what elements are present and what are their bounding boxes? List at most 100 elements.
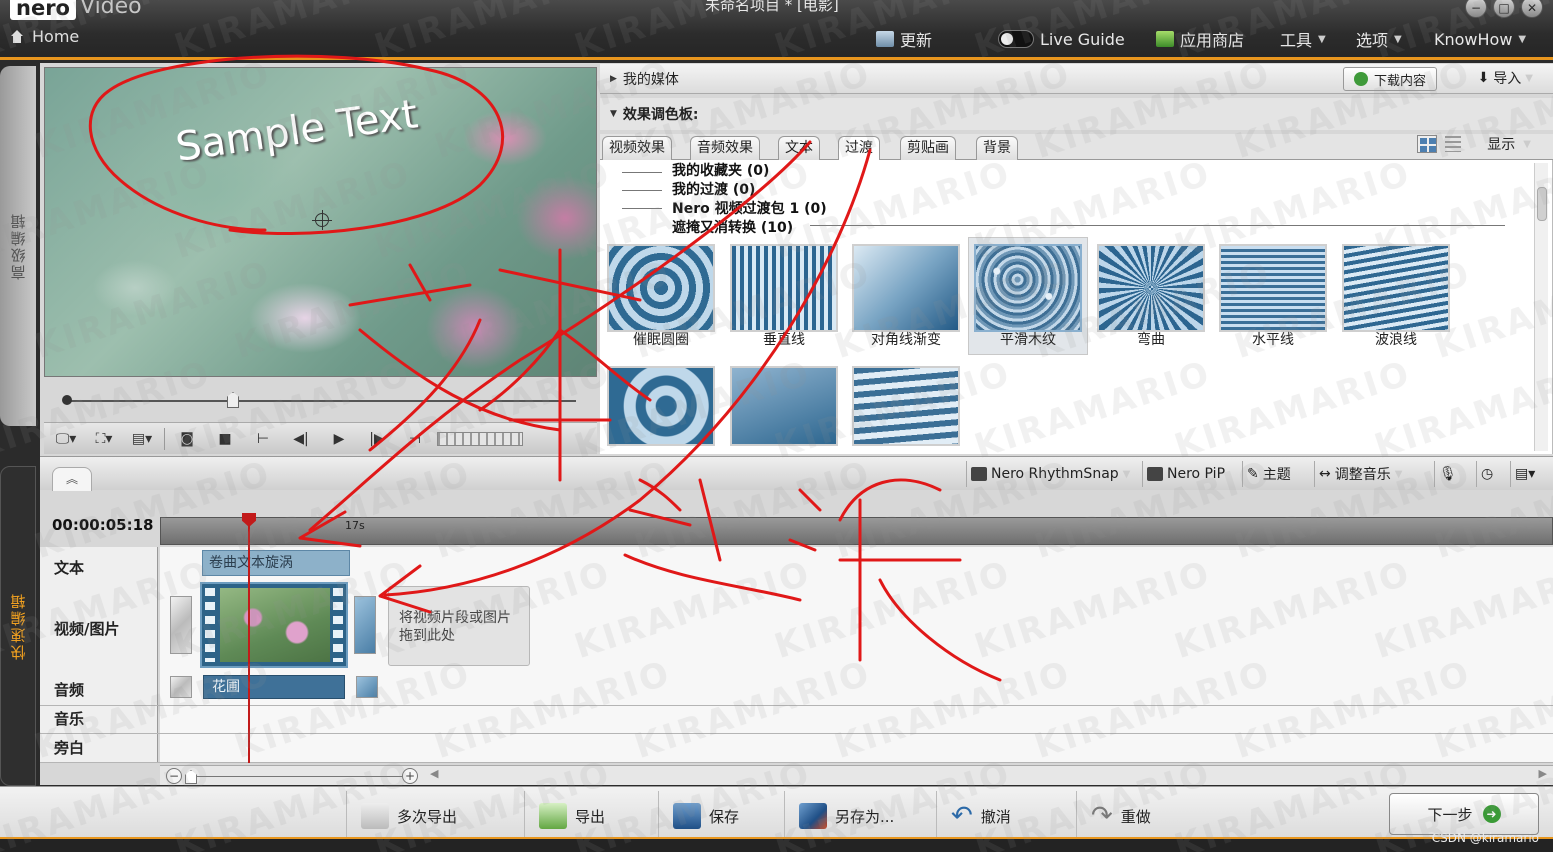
undo-button[interactable]: ↶ 撤消 (936, 791, 1025, 841)
app-store-button[interactable]: 应用商店 (1156, 28, 1244, 50)
previous-frame-button[interactable]: ◀| (285, 427, 317, 451)
transition-slot[interactable] (170, 596, 192, 654)
track-options-button[interactable]: ▤▾ (1510, 461, 1539, 487)
film-perforation (205, 588, 215, 662)
export-button[interactable]: 导出 (524, 791, 619, 841)
zoom-handle[interactable] (185, 770, 197, 784)
transition-slot[interactable] (354, 596, 376, 654)
zoom-out-button[interactable]: − (166, 768, 182, 784)
window-title: 未命名项目 * [电影] (705, 0, 839, 14)
thumb-smooth-wood-grain[interactable] (974, 244, 1082, 332)
thumb-wave-2[interactable] (852, 366, 960, 446)
my-media-bar[interactable]: ▶ 我的媒体 下载内容 ⬇ 导入 ▼ (600, 64, 1553, 94)
tab-express-edit[interactable]: 快速编辑 (0, 466, 36, 786)
save-as-button[interactable]: 另存为... (784, 791, 908, 841)
undo-label: 撤消 (980, 807, 1011, 826)
pip-icon (1147, 467, 1163, 481)
toggle-switch-icon[interactable] (998, 30, 1034, 48)
minimize-button[interactable]: − (1465, 0, 1487, 18)
pip-button[interactable]: Nero PiP (1142, 461, 1229, 487)
next-frame-button[interactable]: |▶ (361, 427, 393, 451)
aspect-button[interactable]: ▤▾ (126, 427, 158, 451)
knowhow-menu[interactable]: KnowHow ▼ (1434, 28, 1526, 50)
thumb-horizontal-lines[interactable] (1219, 244, 1327, 332)
thumb-hypnotic-circles[interactable] (607, 244, 715, 332)
media-drop-zone[interactable]: 将视频片段或图片 拖到此处 (388, 586, 530, 666)
category-mask-fade[interactable]: 遮掩又消转换 (10) (672, 219, 827, 238)
theme-button[interactable]: ✎ 主题 (1242, 461, 1295, 487)
play-button[interactable]: ▶ (323, 427, 355, 451)
my-media-label: 我的媒体 (622, 71, 679, 88)
timer-button[interactable]: ◷ (1476, 461, 1497, 487)
update-button[interactable]: 更新 (876, 28, 932, 50)
tab-audio-effects[interactable]: 音频效果 (690, 136, 760, 160)
thumb-wavy-lines[interactable] (1342, 244, 1450, 332)
multi-export-button[interactable]: 多次导出 (346, 791, 471, 841)
go-to-end-button[interactable]: ⊣ (399, 427, 431, 451)
tab-video-effects[interactable]: 视频效果 (602, 136, 672, 160)
close-button[interactable]: ✕ (1521, 0, 1543, 18)
monitor-mode-button[interactable]: 🖵▾ (50, 427, 82, 451)
thumb-swirl[interactable] (607, 366, 715, 446)
adjust-music-button[interactable]: ↔ 调整音乐 ▼ (1314, 461, 1406, 487)
effects-scrollbar[interactable] (1534, 163, 1548, 451)
view-controls: 显示 ▼ (1417, 134, 1531, 154)
jog-shuttle[interactable] (437, 431, 523, 446)
floppy-disk-icon (673, 803, 701, 829)
download-content-button[interactable]: 下载内容 (1342, 67, 1437, 91)
rhythmsnap-button[interactable]: Nero RhythmSnap ▼ (966, 461, 1134, 487)
collapse-button[interactable]: ︽ (52, 467, 92, 491)
options-menu[interactable]: 选项 ▼ (1356, 28, 1402, 50)
audio-clip[interactable]: 花圃 (203, 675, 345, 699)
video-preview[interactable]: Sample Text (44, 67, 597, 377)
redo-button[interactable]: ↷ 重做 (1076, 791, 1165, 841)
save-as-icon (799, 803, 827, 829)
drop-hint-line1: 将视频片段或图片 (399, 610, 511, 626)
scroll-left-icon[interactable]: ◀ (430, 767, 438, 780)
multi-export-label: 多次导出 (397, 807, 458, 826)
thumb-vertical-lines[interactable] (730, 244, 838, 332)
tab-text[interactable]: 文本 (778, 136, 820, 160)
stop-button[interactable]: ■ (209, 427, 241, 451)
maximize-button[interactable]: □ (1493, 0, 1515, 18)
tab-background[interactable]: 背景 (976, 136, 1018, 160)
audio-transition-slot[interactable] (356, 676, 378, 698)
go-to-start-button[interactable]: ⊢ (247, 427, 279, 451)
thumb-bend[interactable] (1097, 244, 1205, 332)
live-guide-toggle[interactable]: Live Guide (998, 28, 1125, 50)
thumb-plain-gradient[interactable] (730, 366, 838, 446)
home-link[interactable]: Home (10, 27, 79, 46)
text-clip[interactable]: 卷曲文本旋涡 (202, 550, 350, 576)
track-label-audio: 音频 (54, 681, 85, 699)
thumb-diagonal-gradient[interactable] (852, 244, 960, 332)
timecode-display: 00:00:05:18 (52, 516, 154, 534)
timeline-tracks[interactable] (160, 547, 1553, 763)
record-voice-button[interactable]: 🎙 (1434, 461, 1461, 487)
preview-overlay-text[interactable]: Sample Text (173, 91, 421, 170)
display-menu[interactable]: 显示 (1487, 134, 1515, 154)
scroll-right-icon[interactable]: ▶ (1539, 767, 1547, 780)
save-button[interactable]: 保存 (658, 791, 753, 841)
next-step-button[interactable]: 下一步 ➜ (1389, 793, 1539, 835)
snapshot-button[interactable]: ◙ (171, 427, 203, 451)
tab-advanced-edit[interactable]: 高级编辑 (0, 66, 36, 426)
scrubber-handle[interactable] (227, 392, 239, 408)
timeline-ruler[interactable] (160, 517, 1553, 545)
tools-menu[interactable]: 工具 ▼ (1280, 28, 1326, 50)
grid-view-icon[interactable] (1417, 135, 1438, 153)
category-favorites[interactable]: 我的收藏夹 (0) (672, 162, 827, 181)
tab-clipart[interactable]: 剪贴画 (900, 136, 956, 160)
fullscreen-button[interactable]: ⛶▾ (88, 427, 120, 451)
category-nero-pack[interactable]: Nero 视频过渡包 1 (0) (672, 200, 827, 219)
download-icon (1353, 72, 1368, 86)
category-my-transitions[interactable]: 我的过渡 (0) (672, 181, 827, 200)
zoom-in-button[interactable]: + (402, 768, 418, 784)
audio-transition-slot[interactable] (170, 676, 192, 698)
scrollbar-thumb[interactable] (1537, 187, 1547, 221)
effects-palette-header[interactable]: ▼ 效果调色板: (600, 98, 1553, 130)
list-view-icon[interactable] (1445, 136, 1462, 152)
preview-scrubber[interactable] (44, 380, 597, 420)
tab-transitions[interactable]: 过渡 (838, 136, 880, 161)
import-button[interactable]: ⬇ 导入 ▼ (1478, 68, 1533, 88)
video-clip[interactable] (200, 582, 348, 668)
